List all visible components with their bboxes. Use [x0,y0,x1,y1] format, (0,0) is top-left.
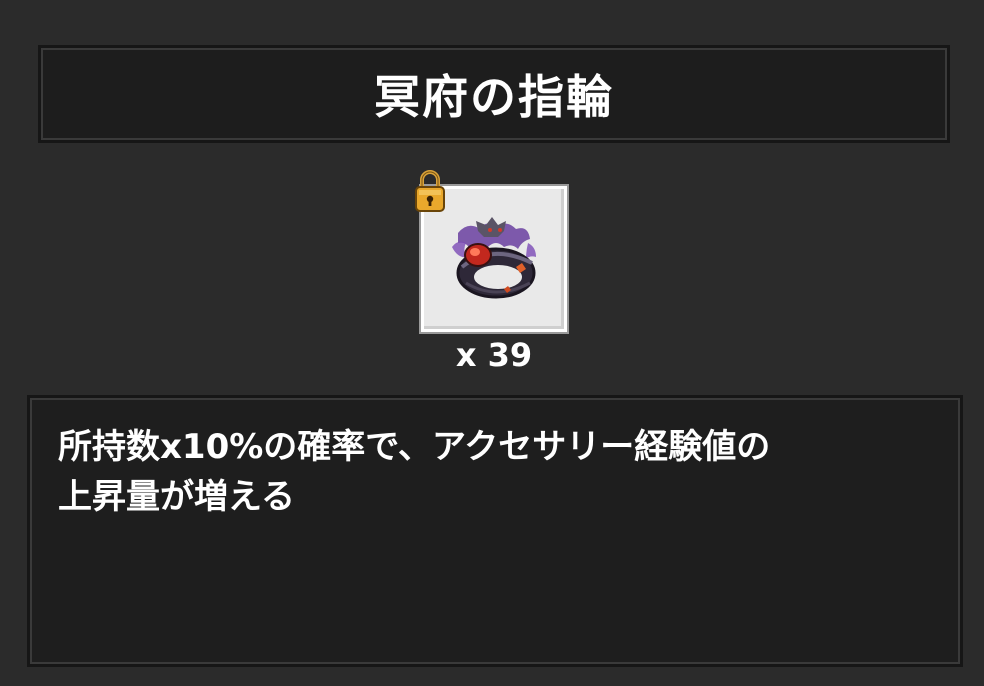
item-title-panel: 冥府の指輪 [38,45,950,143]
item-count: x 39 [455,336,533,374]
description-panel: 所持数x10%の確率で、アクセサリー経験値の 上昇量が増える [27,395,963,667]
item-name: 冥府の指輪 [374,70,614,124]
dark-ring-icon [452,217,536,299]
padlock-icon [415,170,445,212]
item-description: 所持数x10%の確率で、アクセサリー経験値の 上昇量が増える [58,427,771,517]
